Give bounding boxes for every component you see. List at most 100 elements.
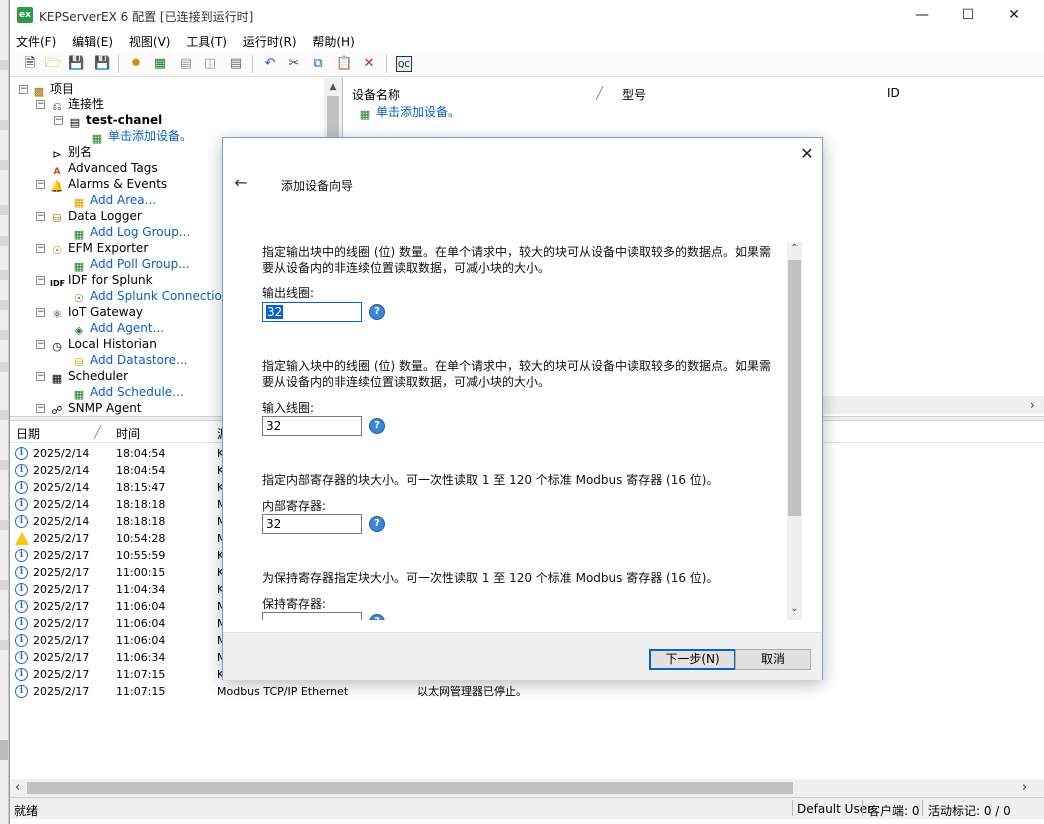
paste-icon[interactable]: 📋 xyxy=(336,56,352,72)
open-folder-icon[interactable]: 🗁 xyxy=(45,56,61,72)
new-group-icon[interactable]: ▤ xyxy=(178,56,194,72)
expand-toggle[interactable]: − xyxy=(36,180,45,189)
scroll-down-icon[interactable]: ⌄ xyxy=(787,603,802,614)
tree-item-advanced-tags[interactable]: A Advanced Tags xyxy=(50,160,158,177)
device-list-add-device[interactable]: ▦ 单击添加设备。 xyxy=(358,104,460,121)
save-as-icon[interactable]: 💾 xyxy=(94,56,110,72)
expand-toggle[interactable]: − xyxy=(36,100,45,109)
expand-toggle[interactable]: − xyxy=(36,340,45,349)
menu-help[interactable]: 帮助(H) xyxy=(306,31,360,50)
tree-item-add-schedule[interactable]: ▦ Add Schedule... xyxy=(72,384,184,401)
tree-item-aliases[interactable]: ⊳ 别名 xyxy=(50,144,92,161)
expand-toggle[interactable]: − xyxy=(36,372,45,381)
scroll-up-icon[interactable]: ⌃ xyxy=(787,243,802,254)
tree-item-project[interactable]: ▩ 项目 xyxy=(32,81,74,98)
info-icon: i xyxy=(15,447,28,460)
tree-item-add-splunk[interactable]: ☉ Add Splunk Connection... xyxy=(72,288,241,305)
menu-view[interactable]: 视图(V) xyxy=(123,31,177,50)
maximize-icon[interactable]: ☐ xyxy=(945,0,991,31)
log-date: 2025/2/17 xyxy=(33,634,90,647)
input-coils-input[interactable]: 32 xyxy=(262,416,362,436)
tree-item-add-agent[interactable]: ◈ Add Agent... xyxy=(72,320,164,337)
expand-toggle[interactable]: − xyxy=(36,308,45,317)
help-icon[interactable]: ? xyxy=(369,418,385,434)
tree-item-alarms[interactable]: 🔔 Alarms & Events xyxy=(50,176,167,193)
properties-icon[interactable]: ▤ xyxy=(228,56,244,72)
tree-item-connectivity[interactable]: ⎌ 连接性 xyxy=(50,96,104,113)
back-arrow-icon[interactable]: ← xyxy=(231,173,251,193)
column-device-name[interactable]: 设备名称 xyxy=(352,86,400,103)
close-icon[interactable]: ✕ xyxy=(797,144,817,164)
wizard-scrollbar[interactable]: ⌃ ⌄ xyxy=(787,242,802,620)
menu-edit[interactable]: 编辑(E) xyxy=(66,31,119,50)
log-scroll-thumb[interactable] xyxy=(27,782,793,794)
gauge-icon: ☉ xyxy=(52,244,62,257)
tree-item-add-datastore[interactable]: ⛁ Add Datastore... xyxy=(72,352,187,369)
log-date: 2025/2/14 xyxy=(33,447,90,460)
log-time: 18:18:18 xyxy=(116,498,166,511)
menu-runtime[interactable]: 运行时(R) xyxy=(237,31,303,50)
wizard-scroll-thumb[interactable] xyxy=(788,260,801,516)
tree-item-snmp[interactable]: ☍ SNMP Agent xyxy=(50,400,141,416)
expand-toggle[interactable]: − xyxy=(36,404,45,413)
table-row[interactable]: i 2025/2/17 11:07:15 Modbus TCP/IP Ethernet… xyxy=(10,683,1044,700)
tree-item-add-log-group[interactable]: ▦ Add Log Group... xyxy=(72,224,190,241)
info-icon: i xyxy=(15,651,28,664)
minimize-icon[interactable]: — xyxy=(899,0,945,31)
scroll-right-icon[interactable]: › xyxy=(1022,780,1027,795)
new-channel-icon[interactable]: ✹ xyxy=(128,56,144,72)
column-date[interactable]: 日期 xyxy=(16,425,40,442)
expand-toggle[interactable]: − xyxy=(36,244,45,253)
log-date: 2025/2/17 xyxy=(33,600,90,613)
quick-client-icon[interactable]: QC xyxy=(396,56,412,72)
log-time: 10:54:28 xyxy=(116,532,166,545)
tree-item-efm[interactable]: ☉ EFM Exporter xyxy=(50,240,148,257)
column-model[interactable]: 型号 xyxy=(622,86,646,103)
scroll-right-icon[interactable]: › xyxy=(1030,398,1035,412)
expand-toggle[interactable]: − xyxy=(19,85,28,94)
calendar-icon: ▦ xyxy=(51,372,63,385)
output-coils-input[interactable]: 32 xyxy=(262,302,362,322)
internal-registers-input[interactable]: 32 xyxy=(262,514,362,534)
cut-icon[interactable]: ✂ xyxy=(286,56,302,72)
menu-tools[interactable]: 工具(T) xyxy=(180,31,233,50)
tree-item-add-device[interactable]: ▦ 单击添加设备。 xyxy=(90,128,192,145)
menu-file[interactable]: 文件(F) xyxy=(10,31,62,50)
status-ready: 就绪 xyxy=(14,804,39,818)
help-icon[interactable]: ? xyxy=(369,304,385,320)
tree-item-iot[interactable]: ⚛ IoT Gateway xyxy=(50,304,143,321)
close-icon[interactable]: ✕ xyxy=(991,0,1037,31)
tree-item-add-area[interactable]: ▦ Add Area... xyxy=(72,192,156,209)
column-id[interactable]: ID xyxy=(887,86,900,100)
new-file-icon[interactable]: 🗎 xyxy=(22,56,38,72)
cancel-button[interactable]: 取消 xyxy=(735,649,811,670)
holding-registers-input[interactable] xyxy=(262,612,362,620)
tree-item-add-poll-group[interactable]: ▦ Add Poll Group... xyxy=(72,256,190,273)
expand-toggle[interactable]: − xyxy=(54,116,63,125)
expand-toggle[interactable]: − xyxy=(36,212,45,221)
undo-icon[interactable]: ↶ xyxy=(262,56,278,72)
save-icon[interactable]: 💾 xyxy=(68,56,84,72)
tree-item-scheduler[interactable]: ▦ Scheduler xyxy=(50,368,128,385)
log-hscrollbar[interactable]: ‹ › xyxy=(10,779,1044,797)
tree-item-channel[interactable]: ▤ test-chanel xyxy=(68,112,163,129)
tree-item-data-logger[interactable]: ⛁ Data Logger xyxy=(50,208,141,225)
scroll-left-icon[interactable]: ‹ xyxy=(15,780,20,795)
new-device-icon[interactable]: ▦ xyxy=(152,56,168,72)
delete-icon[interactable]: ✕ xyxy=(361,56,377,72)
expand-toggle[interactable]: − xyxy=(36,276,45,285)
scroll-up-icon[interactable]: ▲ xyxy=(324,82,342,92)
new-tag-icon[interactable]: ◫ xyxy=(202,56,218,72)
column-time[interactable]: 时间 xyxy=(116,425,140,442)
help-icon[interactable]: ? xyxy=(369,516,385,532)
internal-registers-label: 内部寄存器: xyxy=(262,499,327,513)
tree-item-idf[interactable]: IDF IDF for Splunk xyxy=(50,272,153,288)
tree-item-historian[interactable]: ◷ Local Historian xyxy=(50,336,157,353)
log-source: Modbus TCP/IP Ethernet xyxy=(217,685,349,698)
help-icon[interactable]: ? xyxy=(369,614,385,620)
next-button[interactable]: 下一步(N) xyxy=(649,649,736,670)
project-icon: ▩ xyxy=(33,85,45,98)
info-icon: i xyxy=(15,668,28,681)
device-list-header: 设备名称 ╱ 型号 ID xyxy=(344,82,1044,104)
copy-icon[interactable]: ⧉ xyxy=(310,56,326,72)
